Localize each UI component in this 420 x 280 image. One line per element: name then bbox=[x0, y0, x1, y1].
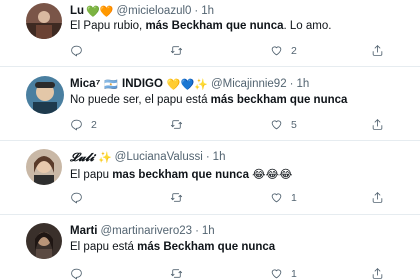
display-name[interactable]: 𝓛𝓾𝓵𝓲 bbox=[70, 150, 94, 165]
user-handle[interactable]: @martinarivero23 bbox=[100, 225, 192, 237]
share-button[interactable] bbox=[371, 191, 384, 204]
like-button[interactable]: 5 bbox=[270, 118, 297, 131]
tweet-text-bold: más Beckham que nunca bbox=[137, 241, 276, 253]
separator-dot: · bbox=[194, 5, 199, 17]
avatar-photo-icon bbox=[26, 3, 62, 39]
like-count: 1 bbox=[291, 267, 297, 280]
timestamp[interactable]: 1h bbox=[296, 78, 309, 90]
reply-icon bbox=[71, 268, 82, 280]
heart-icon bbox=[271, 193, 282, 203]
user-handle[interactable]: @Micajinnie92 bbox=[211, 78, 287, 90]
tweet-text: El Papu rubio, más Beckham que nunca. Lo… bbox=[70, 20, 331, 32]
reply-button[interactable]: 2 bbox=[70, 118, 97, 131]
tweet-text-part: . Lo amo. bbox=[283, 20, 332, 32]
timestamp[interactable]: 1h bbox=[202, 225, 215, 237]
separator-dot: · bbox=[289, 78, 294, 90]
tweet-text-bold: mas beckham que nunca bbox=[112, 169, 249, 181]
avatar-photo-icon bbox=[26, 76, 64, 114]
share-icon bbox=[372, 119, 383, 130]
divider bbox=[0, 214, 420, 215]
tweet-text-bold: más beckham que nunca bbox=[210, 94, 348, 106]
display-name[interactable]: Marti bbox=[70, 225, 97, 237]
separator-dot: · bbox=[195, 225, 199, 237]
like-button[interactable]: 1 bbox=[270, 267, 297, 280]
share-button[interactable] bbox=[371, 44, 384, 57]
reply-icon bbox=[71, 192, 82, 204]
like-button[interactable]: 1 bbox=[270, 191, 297, 204]
display-name[interactable]: Lu bbox=[70, 5, 84, 17]
retweet-icon bbox=[170, 269, 183, 278]
like-count: 1 bbox=[291, 191, 297, 204]
timestamp[interactable]: 1h bbox=[213, 151, 226, 163]
tweet-text-part: El Papu rubio, bbox=[70, 20, 146, 32]
user-handle[interactable]: @LucianaValussi bbox=[115, 151, 203, 163]
share-icon bbox=[372, 45, 383, 56]
tweet-text-part: El papu está bbox=[70, 241, 138, 253]
like-count: 5 bbox=[291, 118, 297, 131]
share-button[interactable] bbox=[371, 118, 384, 131]
avatar[interactable] bbox=[26, 3, 62, 39]
share-button[interactable] bbox=[371, 267, 384, 280]
tweet-text: No puede ser, el papu está más beckham q… bbox=[70, 94, 347, 106]
user-handle[interactable]: @micieloazul0 bbox=[116, 5, 191, 17]
avatar[interactable] bbox=[26, 149, 62, 185]
heart-icon bbox=[271, 269, 282, 279]
name-emoji: 💚🧡 bbox=[86, 4, 114, 18]
reply-button[interactable] bbox=[70, 191, 91, 204]
divider bbox=[0, 140, 420, 141]
reply-button[interactable] bbox=[70, 267, 91, 280]
share-icon bbox=[372, 192, 383, 203]
tweet-text-emoji: 😂😂😂 bbox=[248, 169, 293, 181]
avatar[interactable] bbox=[26, 223, 62, 259]
tweet-header: 𝓛𝓾𝓵𝓲 ✨ @LucianaValussi · 1h bbox=[70, 149, 225, 165]
name-badge: INDIGO bbox=[122, 78, 163, 90]
tweet-text-part: El papu bbox=[70, 169, 113, 181]
avatar-photo-icon bbox=[26, 223, 62, 259]
tweet-text-part: No puede ser, el papu está bbox=[70, 94, 211, 106]
reply-icon bbox=[71, 45, 82, 57]
tweet-header: Marti @martinarivero23 · 1h bbox=[70, 223, 215, 239]
flag-emoji: 🇦🇷 bbox=[104, 77, 119, 91]
reply-icon bbox=[71, 119, 82, 131]
share-icon bbox=[372, 268, 383, 279]
tweet-header: Mica⁷ 🇦🇷 INDIGO 💛💙✨ @Micajinnie92 · 1h bbox=[70, 76, 309, 92]
display-name[interactable]: Mica⁷ bbox=[70, 78, 100, 90]
retweet-icon bbox=[170, 193, 183, 202]
reply-button[interactable] bbox=[70, 44, 91, 57]
retweet-button[interactable] bbox=[170, 44, 191, 57]
name-emoji: ✨ bbox=[97, 150, 112, 164]
like-count: 2 bbox=[291, 44, 297, 57]
heart-icon bbox=[271, 120, 282, 130]
tweet-text-bold: más Beckham que nunca bbox=[145, 20, 284, 32]
heart-icon bbox=[271, 46, 282, 56]
divider bbox=[0, 66, 420, 67]
retweet-button[interactable] bbox=[170, 267, 191, 280]
retweet-button[interactable] bbox=[170, 191, 191, 204]
retweet-button[interactable] bbox=[170, 118, 191, 131]
tweet-text: El papu mas beckham que nunca 😂😂😂 bbox=[70, 167, 293, 181]
name-emoji: 💛💙✨ bbox=[166, 77, 208, 91]
retweet-icon bbox=[170, 120, 183, 129]
like-button[interactable]: 2 bbox=[270, 44, 297, 57]
retweet-icon bbox=[170, 46, 183, 55]
tweet-header: Lu 💚🧡 @micieloazul0 · 1h bbox=[70, 3, 214, 19]
separator-dot: · bbox=[205, 151, 210, 163]
timestamp[interactable]: 1h bbox=[201, 5, 214, 17]
avatar-photo-icon bbox=[26, 149, 62, 185]
avatar[interactable] bbox=[26, 76, 64, 114]
tweet-text: El papu está más Beckham que nunca bbox=[70, 241, 275, 253]
reply-count: 2 bbox=[91, 118, 97, 131]
